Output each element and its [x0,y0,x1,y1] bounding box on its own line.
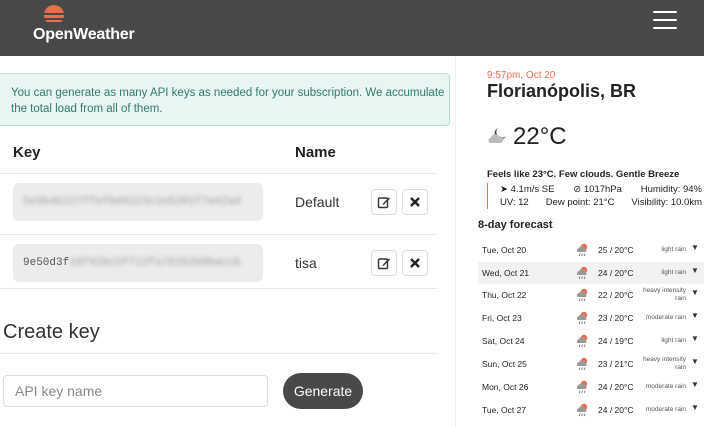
rain-icon [576,243,588,257]
chevron-down-icon[interactable]: ▼ [691,403,699,412]
close-icon [410,197,420,207]
api-key-name-input[interactable] [3,375,268,407]
forecast-row[interactable]: Fri, Oct 23 23 / 20°C moderate rain ▼ [478,307,704,329]
api-key-value[interactable]: 9e50d3f18f426c5f712fa76262b0baccb [13,244,263,282]
edit-key-button[interactable] [371,250,397,276]
forecast-temperature: 24 / 20°C [598,405,634,415]
forecast-temperature: 23 / 21°C [598,359,634,369]
forecast-temperature: 23 / 20°C [598,313,634,323]
forecast-day: Sat, Oct 24 [482,336,525,346]
forecast-row[interactable]: Tue, Oct 27 24 / 20°C moderate rain ▼ [478,399,704,421]
weather-widget: 9:57pm, Oct 20 Florianópolis, BR 22°C Fe… [475,56,704,427]
forecast-description: light rain [661,246,686,253]
forecast-description: heavy intensity rain [643,356,686,371]
forecast-description: heavy intensity rain [643,287,686,302]
edit-key-button[interactable] [371,189,397,215]
forecast-day: Wed, Oct 21 [482,268,530,278]
chevron-down-icon[interactable]: ▼ [691,380,699,389]
rain-icon [576,334,588,348]
close-icon [410,258,420,268]
generate-button[interactable]: Generate [283,373,363,409]
forecast-day: Fri, Oct 23 [482,313,522,323]
wind-direction-icon: ➤ [500,184,508,195]
forecast-row[interactable]: Sun, Oct 25 23 / 21°C heavy intensity rain… [478,353,704,375]
create-key-title: Create key [3,321,100,343]
current-temperature: 22°C [513,123,567,150]
api-key-name: tisa [295,255,317,271]
api-key-name: Default [295,194,340,210]
top-navbar: OpenWeather [0,0,704,56]
key-column-header: Key [13,144,41,161]
rain-icon [576,380,588,394]
forecast-row[interactable]: Wed, Oct 21 24 / 20°C light rain ▼ [478,262,704,284]
feels-like-summary: Feels like 23°C. Few clouds. Gentle Bree… [487,169,680,180]
uv-value: UV: 12 [500,197,529,208]
dew-point-value: Dew point: 21°C [545,197,615,208]
rain-icon [576,311,588,325]
forecast-day: Thu, Oct 22 [482,290,527,300]
partly-cloudy-night-icon [488,128,506,143]
delete-key-button[interactable] [402,189,428,215]
forecast-temperature: 22 / 20°C [598,290,634,300]
sunset-logo-icon[interactable] [38,4,70,26]
rain-icon [576,403,588,417]
pressure-icon: ⊘ [573,184,582,195]
forecast-description: light rain [661,269,686,276]
row-divider [0,173,437,174]
rain-icon [576,357,588,371]
chevron-down-icon[interactable]: ▼ [691,357,699,366]
delete-key-button[interactable] [402,250,428,276]
forecast-description: moderate rain [645,383,686,390]
humidity-value: Humidity: 94% [640,184,702,195]
chevron-down-icon[interactable]: ▼ [691,266,699,275]
brand-name[interactable]: OpenWeather [33,26,135,44]
forecast-day: Sun, Oct 25 [482,359,527,369]
info-alert: You can generate as many API keys as nee… [0,73,450,126]
edit-icon [377,258,390,270]
chevron-down-icon[interactable]: ▼ [691,243,699,252]
pressure-info: ⊘ 1017hPa [573,183,622,196]
city-name: Florianópolis, BR [487,81,637,101]
forecast-temperature: 24 / 20°C [598,268,634,278]
current-time: 9:57pm, Oct 20 [487,70,556,81]
name-column-header: Name [295,144,336,161]
forecast-temperature: 25 / 20°C [598,245,634,255]
forecast-temperature: 24 / 19°C [598,336,634,346]
forecast-row[interactable]: Tue, Oct 20 25 / 20°C light rain ▼ [478,239,704,261]
forecast-temperature: 24 / 20°C [598,382,634,392]
wind-info: ➤ 4.1m/s SE [500,183,554,196]
wind-value: 4.1m/s SE [510,184,555,195]
api-keys-panel: You can generate as many API keys as nee… [0,56,455,427]
row-divider [0,234,437,235]
forecast-day: Tue, Oct 20 [482,245,527,255]
chevron-down-icon[interactable]: ▼ [691,334,699,343]
forecast-row[interactable]: Mon, Oct 26 24 / 20°C moderate rain ▼ [478,376,704,398]
pressure-value: 1017hPa [583,184,622,195]
row-divider [0,288,437,289]
edit-icon [377,197,390,209]
api-key-visible-part: 9e50d3f [23,257,70,269]
api-key-blurred-part: 5e5b4b227ffefbd4223c1e5201f7e42ad [23,196,241,208]
forecast-row[interactable]: Sat, Oct 24 24 / 19°C light rain ▼ [478,330,704,352]
chevron-down-icon[interactable]: ▼ [691,288,699,297]
forecast-title: 8-day forecast [478,219,553,231]
forecast-description: moderate rain [645,406,686,413]
api-key-blurred-part: 18f426c5f712fa76262b0baccb [69,257,241,269]
forecast-day: Tue, Oct 27 [482,405,527,415]
rain-icon [576,266,588,280]
hamburger-icon[interactable] [653,11,677,31]
chevron-down-icon[interactable]: ▼ [691,311,699,320]
forecast-description: light rain [661,337,686,344]
visibility-value: Visibility: 10.0km [631,197,702,208]
forecast-description: moderate rain [645,314,686,321]
panel-divider [455,56,456,427]
rain-icon [576,288,588,302]
forecast-day: Mon, Oct 26 [482,382,529,392]
section-divider [0,353,437,354]
api-key-value[interactable]: 5e5b4b227ffefbd4223c1e5201f7e42ad [13,183,263,221]
weather-details: ➤ 4.1m/s SE ⊘ 1017hPa Humidity: 94% UV: … [487,183,702,209]
forecast-row[interactable]: Thu, Oct 22 22 / 20°C heavy intensity rain… [478,284,704,306]
